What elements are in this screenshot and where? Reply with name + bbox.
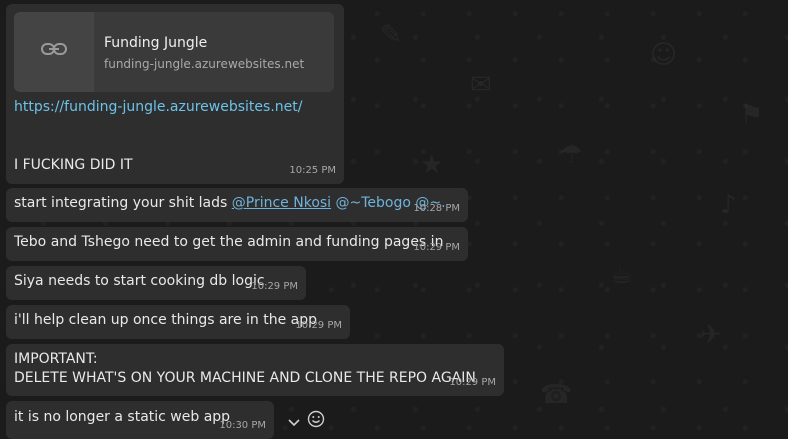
- link-preview-url: funding-jungle.azurewebsites.net: [104, 57, 305, 71]
- wallpaper-doodle-icon: ✉: [470, 70, 492, 100]
- emoji-smile-icon: [307, 410, 325, 432]
- chevron-down-icon: [288, 412, 300, 431]
- message-bubble[interactable]: it is no longer a static web app 10:30 P…: [6, 401, 274, 439]
- message-bubble[interactable]: Funding Jungle funding-jungle.azurewebsi…: [6, 4, 344, 184]
- message-bubble[interactable]: Tebo and Tshego need to get the admin an…: [6, 227, 468, 261]
- message-text: I FUCKING DID IT: [14, 157, 133, 173]
- message-timestamp: 10:29 PM: [251, 281, 298, 292]
- message-timestamp: 10:30 PM: [219, 420, 266, 431]
- message-bubble[interactable]: IMPORTANT: DELETE WHAT'S ON YOUR MACHINE…: [6, 344, 504, 396]
- wallpaper-doodle-icon: ✎: [380, 20, 402, 50]
- message-text: it is no longer a static web app: [14, 409, 231, 425]
- message-bubble[interactable]: Siya needs to start cooking db logic 10:…: [6, 266, 306, 300]
- message-timestamp: 10:29 PM: [449, 377, 496, 388]
- link-preview-card[interactable]: Funding Jungle funding-jungle.azurewebsi…: [14, 12, 334, 92]
- wallpaper-doodle-icon: ✈: [700, 320, 722, 350]
- wallpaper-doodle-icon: ♪: [720, 190, 737, 220]
- wallpaper-doodle-icon: ★: [420, 150, 444, 180]
- message-bubble[interactable]: start integrating your shit lads @Prince…: [6, 188, 468, 222]
- react-button[interactable]: [304, 409, 328, 433]
- wallpaper-doodle-icon: ☎: [540, 380, 573, 410]
- message-link[interactable]: https://funding-jungle.azurewebsites.net…: [14, 98, 302, 117]
- message-text: start integrating your shit lads @Prince…: [14, 194, 446, 213]
- wallpaper-doodle-icon: ☺: [650, 40, 678, 70]
- link-preview-thumbnail: [14, 12, 94, 92]
- message-timestamp: 10:25 PM: [289, 165, 336, 176]
- message-menu-button[interactable]: [284, 410, 304, 432]
- wallpaper-doodle-icon: ☂: [560, 140, 584, 170]
- message-text-prefix: start integrating your shit lads: [14, 195, 232, 211]
- message-text-line: IMPORTANT:: [14, 351, 98, 367]
- message-text: i'll help clean up once things are in th…: [14, 312, 318, 328]
- message-timestamp: 10:28 PM: [413, 203, 460, 214]
- message-text: Siya needs to start cooking db logic: [14, 273, 265, 289]
- wallpaper-doodle-icon: ⚑: [740, 100, 764, 130]
- wallpaper-doodle-icon: ☕: [610, 260, 634, 290]
- message-timestamp: 10:29 PM: [413, 242, 460, 253]
- message-timestamp: 10:29 PM: [295, 320, 342, 331]
- link-icon: [41, 42, 67, 62]
- link-preview-title: Funding Jungle: [104, 35, 208, 51]
- mention-link[interactable]: @Prince Nkosi: [232, 195, 331, 211]
- message-text: Tebo and Tshego need to get the admin an…: [14, 234, 444, 250]
- message-bubble[interactable]: i'll help clean up once things are in th…: [6, 305, 350, 339]
- message-text-line: DELETE WHAT'S ON YOUR MACHINE AND CLONE …: [14, 370, 476, 386]
